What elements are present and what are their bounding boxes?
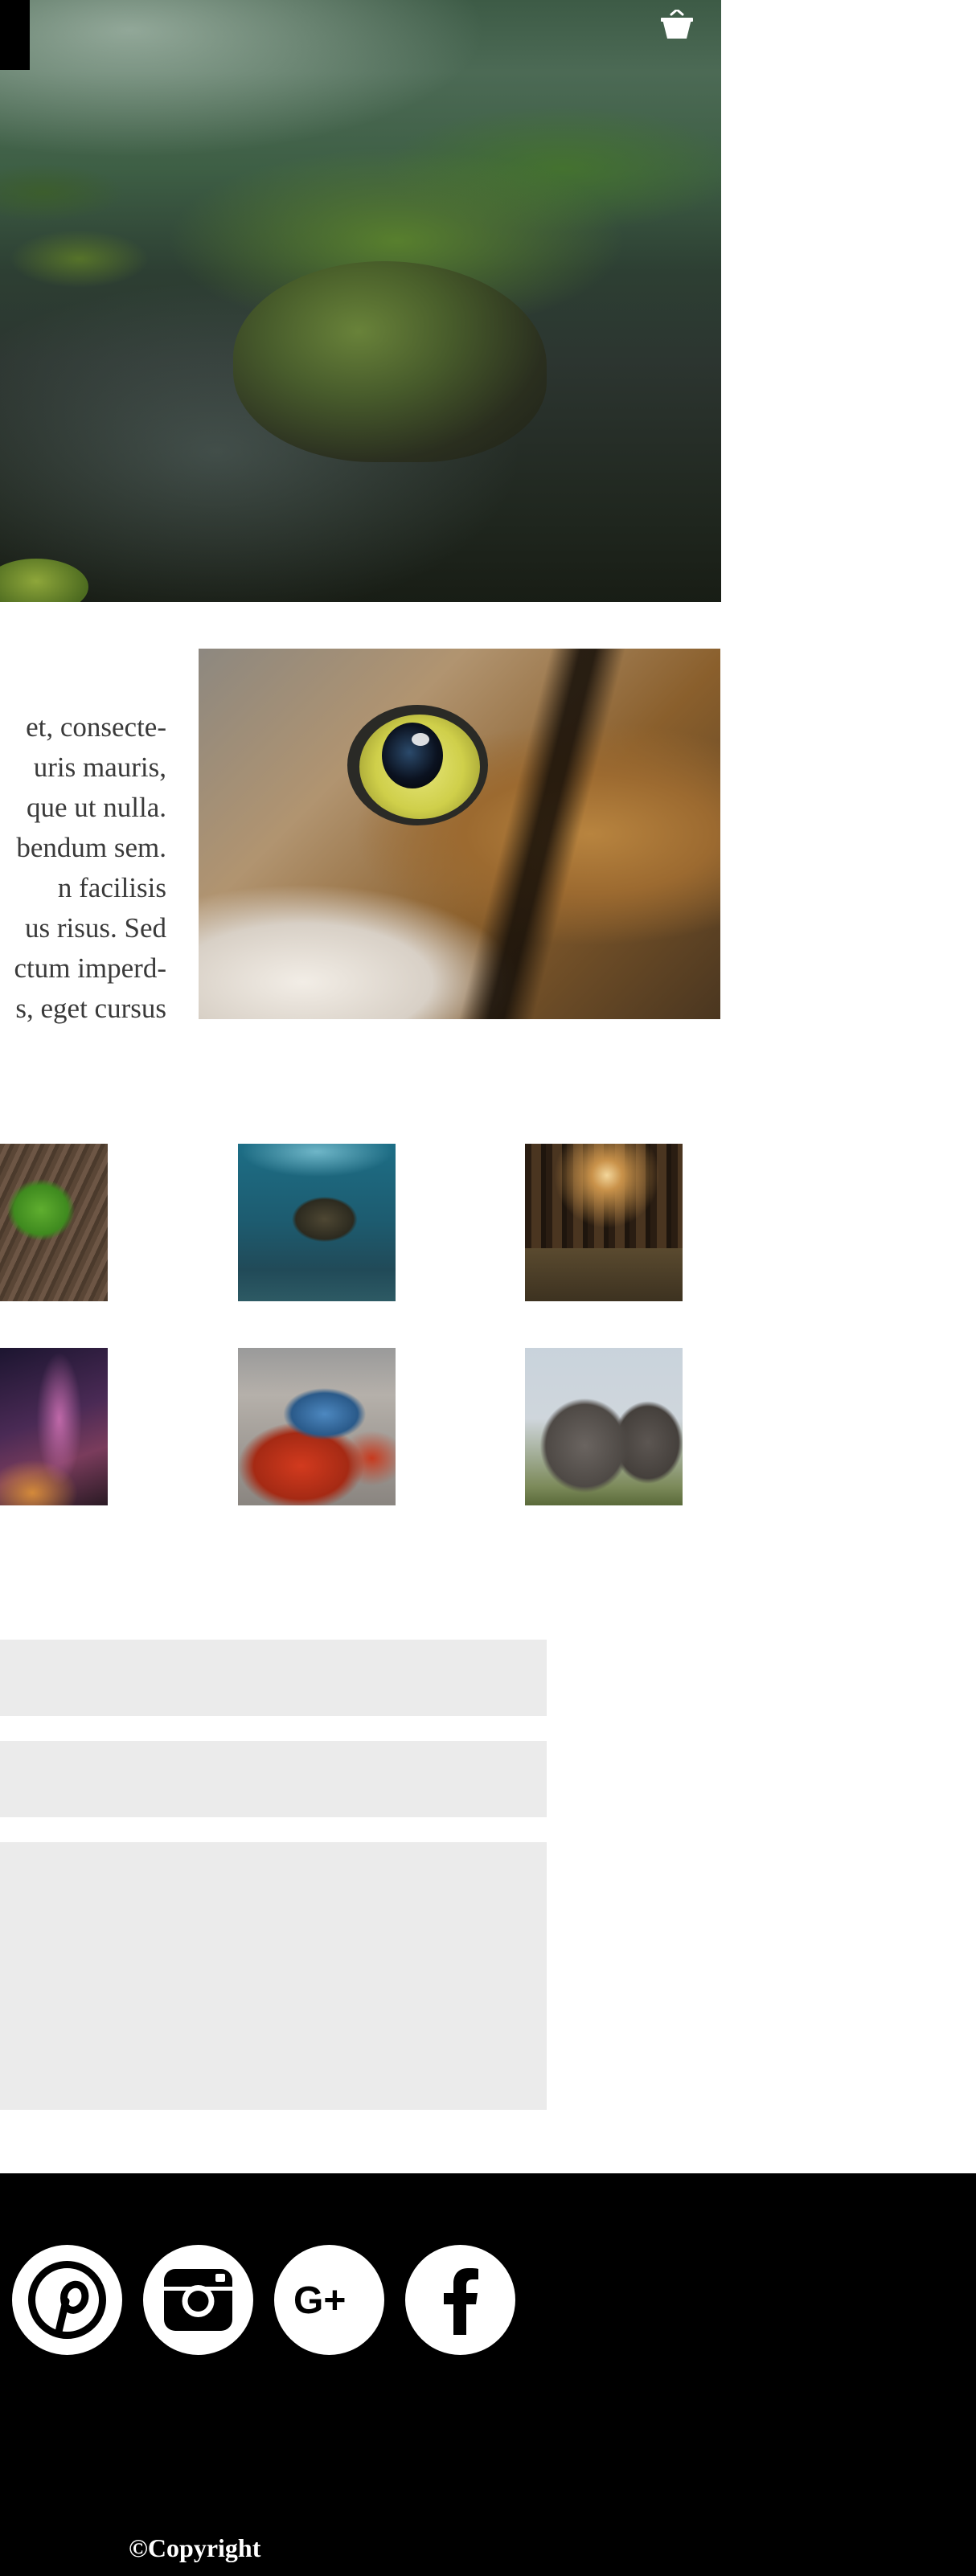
shopping-basket-icon[interactable] bbox=[658, 8, 696, 42]
gallery-forest-ground bbox=[525, 1248, 683, 1301]
instagram-icon[interactable] bbox=[143, 2245, 253, 2355]
svg-text:G+: G+ bbox=[293, 2279, 346, 2322]
paragraph-line: bendum sem. bbox=[16, 832, 166, 863]
pinterest-icon[interactable] bbox=[12, 2245, 122, 2355]
owl-feather-stripe bbox=[454, 649, 626, 1019]
paragraph-line: n facilisis bbox=[57, 872, 166, 903]
paragraph-line: us risus. Sed bbox=[25, 912, 166, 944]
about-paragraph: et, consecte- uris mauris, que ut nulla.… bbox=[0, 707, 173, 1029]
hero-moss-rock bbox=[233, 261, 547, 462]
hero-foreground-moss bbox=[0, 559, 88, 602]
gallery-item-elephants[interactable] bbox=[525, 1348, 683, 1505]
paragraph-line: ctum imperd- bbox=[14, 952, 166, 984]
paragraph-line: que ut nulla. bbox=[27, 792, 166, 823]
footer bbox=[0, 2173, 976, 2576]
contact-email-field[interactable] bbox=[0, 1741, 547, 1817]
contact-message-field[interactable] bbox=[0, 1842, 547, 2110]
copyright-text: ©Copyright bbox=[129, 2533, 261, 2562]
gallery-item-crab[interactable] bbox=[238, 1348, 396, 1505]
gallery-item-galaxy[interactable] bbox=[0, 1348, 108, 1505]
facebook-icon[interactable] bbox=[405, 2245, 515, 2355]
google-plus-icon[interactable]: G+ bbox=[274, 2245, 384, 2355]
hero-image bbox=[0, 0, 721, 602]
gallery-item-leaf[interactable] bbox=[0, 1144, 108, 1301]
owl-pupil bbox=[382, 723, 443, 788]
owl-eye-glint bbox=[412, 733, 429, 746]
paragraph-line: et, consecte- bbox=[26, 711, 166, 743]
contact-name-field[interactable] bbox=[0, 1640, 547, 1716]
header-menu-block[interactable] bbox=[0, 0, 30, 70]
owl-eye-image bbox=[199, 649, 720, 1019]
paragraph-line: s, eget cursus bbox=[15, 993, 166, 1024]
paragraph-line: uris mauris, bbox=[33, 752, 166, 783]
gallery-item-turtle[interactable] bbox=[238, 1144, 396, 1301]
